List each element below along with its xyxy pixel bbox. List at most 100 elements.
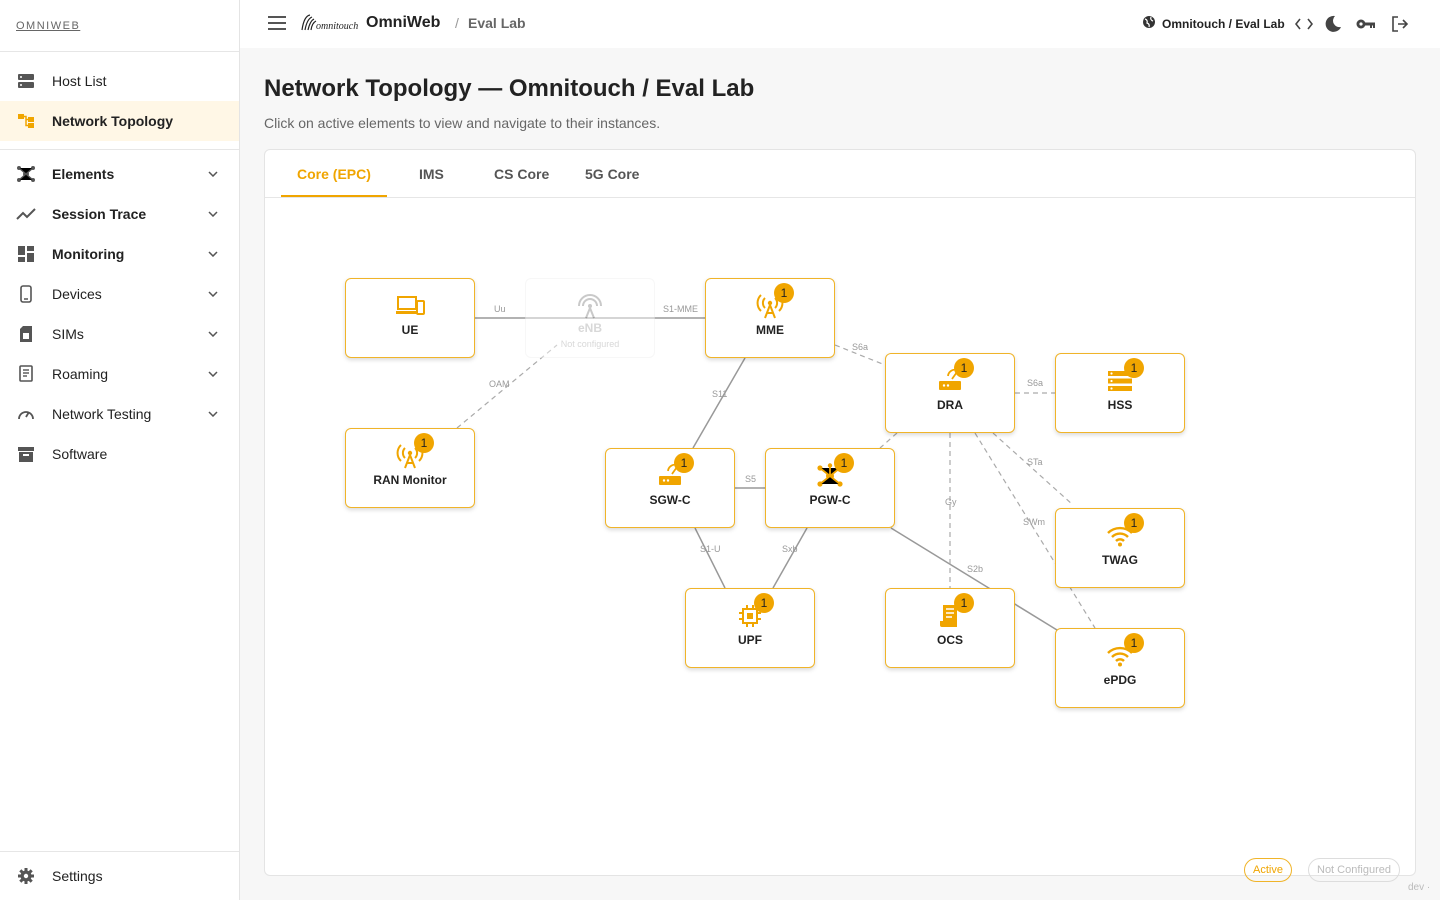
node-label: TWAG [1102, 553, 1138, 567]
node-status: Not configured [560, 339, 620, 349]
key-icon[interactable] [1356, 14, 1376, 34]
sidebar-item-sims[interactable]: SIMs [0, 314, 239, 354]
sidebar-item-monitoring[interactable]: Monitoring [0, 234, 239, 274]
breadcrumb-separator: / [455, 15, 459, 31]
sidebar-item-label: Roaming [52, 366, 109, 382]
legend-active: Active [1244, 858, 1292, 882]
edge-label: S1-U [700, 544, 721, 554]
sidebar: OMNIWEB Host List Network Topology Eleme… [0, 0, 240, 900]
edge-label: Sxb [782, 544, 798, 554]
instance-count-badge: 1 [754, 593, 774, 613]
sidebar-item-label: Monitoring [52, 246, 125, 262]
archive-icon [16, 444, 36, 464]
node-label: SGW-C [649, 493, 691, 507]
sidebar-item-network-testing[interactable]: Network Testing [0, 394, 239, 434]
edge-label: STa [1027, 457, 1043, 467]
tenant-selector[interactable]: Omnitouch / Eval Lab [1142, 15, 1285, 32]
edge-label: Uu [494, 304, 506, 314]
chevron-down-icon [207, 368, 219, 380]
settings-label: Settings [52, 868, 103, 884]
globe-icon [1142, 15, 1156, 32]
edge-label: S6a [1027, 378, 1043, 388]
node-label: UPF [738, 633, 762, 647]
environment-label: dev · [1408, 882, 1431, 893]
code-icon[interactable] [1294, 14, 1314, 34]
logo-text: omnitouch [316, 21, 358, 32]
node-enb: eNB Not configured [525, 278, 655, 358]
sidebar-item-settings[interactable]: Settings [0, 856, 239, 896]
node-ocs[interactable]: OCS 1 [885, 588, 1015, 668]
sidebar-divider [0, 149, 239, 150]
node-label: OCS [936, 633, 963, 647]
sidebar-item-session-trace[interactable]: Session Trace [0, 194, 239, 234]
instance-count-badge: 1 [1124, 358, 1144, 378]
sidebar-item-label: Software [52, 446, 108, 462]
chevron-down-icon [207, 208, 219, 220]
sidebar-item-devices[interactable]: Devices [0, 274, 239, 314]
trace-icon [16, 204, 36, 224]
node-label: DRA [937, 398, 963, 412]
devices-icon [395, 293, 425, 319]
sidebar-item-network-topology[interactable]: Network Topology [0, 101, 239, 141]
node-hss[interactable]: HSS 1 [1055, 353, 1185, 433]
brand[interactable]: OMNIWEB [0, 0, 239, 52]
logout-icon[interactable] [1390, 14, 1410, 34]
chevron-down-icon [207, 248, 219, 260]
page-title: Network Topology — Omnitouch / Eval Lab [264, 75, 755, 102]
node-label: PGW-C [809, 493, 851, 507]
instance-count-badge: 1 [414, 433, 434, 453]
instance-count-badge: 1 [954, 358, 974, 378]
node-sgw-c[interactable]: SGW-C 1 [605, 448, 735, 528]
node-upf[interactable]: UPF 1 [685, 588, 815, 668]
node-twag[interactable]: TWAG 1 [1055, 508, 1185, 588]
edge-label: SWm [1023, 517, 1045, 527]
dashboard-icon [16, 244, 36, 264]
node-dra[interactable]: DRA 1 [885, 353, 1015, 433]
instance-count-badge: 1 [674, 453, 694, 473]
link-s11 [692, 357, 746, 449]
node-label: RAN Monitor [373, 473, 447, 487]
sidebar-item-label: Network Testing [52, 406, 152, 422]
node-ran-monitor[interactable]: RAN Monitor 1 [345, 428, 475, 508]
sidebar-divider [0, 851, 239, 852]
instance-count-badge: 1 [954, 593, 974, 613]
sidebar-item-host-list[interactable]: Host List [0, 61, 239, 101]
node-mme[interactable]: MME 1 [705, 278, 835, 358]
dark-mode-icon[interactable] [1323, 14, 1343, 34]
node-pgw-c[interactable]: PGW-C 1 [765, 448, 895, 528]
node-label: MME [756, 323, 784, 337]
instance-count-badge: 1 [774, 283, 794, 303]
topology-card: Core (EPC) IMS CS Core 5G Core Uu S1-MME [264, 149, 1416, 876]
sidebar-item-label: Host List [52, 73, 107, 89]
edge-label: OAM [489, 379, 510, 389]
node-label: HSS [1107, 398, 1133, 412]
instance-count-badge: 1 [1124, 633, 1144, 653]
sim-icon [16, 324, 36, 344]
link-sxb [772, 527, 808, 589]
node-epdg[interactable]: ePDG 1 [1055, 628, 1185, 708]
node-ue[interactable]: UE [345, 278, 475, 358]
edge-label: S6a [852, 342, 868, 352]
page-subtitle: Click on active elements to view and nav… [264, 115, 661, 131]
breadcrumb[interactable]: Eval Lab [468, 15, 526, 31]
server-list-icon [16, 71, 36, 91]
topology-icon [16, 111, 36, 131]
sidebar-item-label: Devices [52, 286, 102, 302]
sidebar-item-roaming[interactable]: Roaming [0, 354, 239, 394]
sidebar-item-elements[interactable]: Elements [0, 154, 239, 194]
legend-not-configured: Not Configured [1308, 858, 1400, 882]
app-name[interactable]: OmniWeb [366, 14, 440, 32]
sidebar-item-software[interactable]: Software [0, 434, 239, 474]
omnitouch-logo: omnitouch [300, 12, 358, 34]
roaming-icon [16, 364, 36, 384]
antenna-icon [575, 293, 605, 319]
gear-icon [16, 866, 36, 886]
link-sta [992, 432, 1074, 506]
brand-name[interactable]: OMNIWEB [16, 20, 80, 32]
menu-icon[interactable] [268, 16, 286, 30]
chevron-down-icon [207, 168, 219, 180]
elements-icon [16, 164, 36, 184]
link-s1u [694, 527, 726, 589]
instance-count-badge: 1 [1124, 513, 1144, 533]
node-label: ePDG [1103, 673, 1137, 687]
